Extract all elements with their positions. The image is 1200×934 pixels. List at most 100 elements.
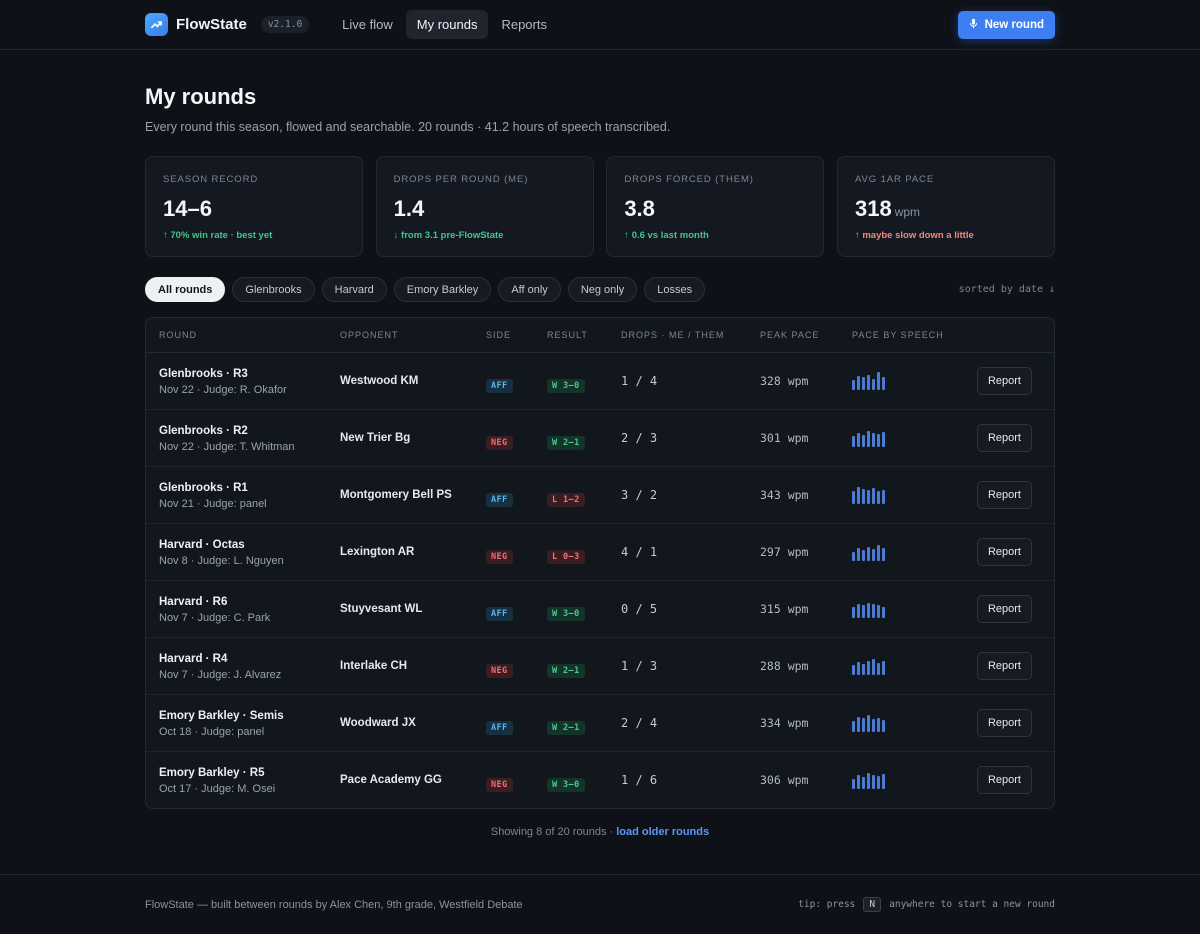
table-row[interactable]: Glenbrooks · R1 Nov 21 · Judge: panel Mont… [146, 467, 1054, 524]
drops: 1 / 4 [621, 374, 658, 388]
spark-bar [877, 545, 880, 561]
round-cell: Glenbrooks · R1 Nov 21 · Judge: panel [159, 482, 267, 510]
result-cell: L 1–2 [547, 489, 585, 507]
result-badge: L 0–3 [547, 550, 585, 564]
round-name: Harvard · R6 [159, 596, 228, 608]
main-nav: Live flow My rounds Reports [331, 10, 560, 39]
spark-bar [877, 372, 880, 390]
column-header-drops: DROPS · ME / THEM [621, 330, 725, 340]
result-cell: W 3–0 [547, 774, 585, 792]
table-row[interactable]: Emory Barkley · Semis Oct 18 · Judge: pan… [146, 695, 1054, 752]
filter-glenbrooks[interactable]: Glenbrooks [232, 277, 315, 302]
load-older-link[interactable]: load older rounds [616, 826, 709, 838]
brand[interactable]: FlowState v2.1.0 [145, 13, 310, 36]
spark-bar [872, 379, 875, 390]
filter-neg-only[interactable]: Neg only [567, 277, 638, 302]
table-row[interactable]: Emory Barkley · R5 Oct 17 · Judge: M. Ose… [146, 752, 1054, 808]
table-row[interactable]: Harvard · R6 Nov 7 · Judge: C. Park Stuyve… [146, 581, 1054, 638]
side-badge: AFF [486, 607, 513, 621]
spark-bar [857, 662, 860, 675]
spark-bar [857, 433, 860, 447]
table-header: ROUND OPPONENT SIDE RESULT DROPS · ME / … [146, 318, 1054, 353]
round-cell: Emory Barkley · R5 Oct 17 · Judge: M. Ose… [159, 767, 275, 795]
pace-sparkline [852, 771, 887, 789]
drops: 0 / 5 [621, 602, 658, 616]
report-button[interactable]: Report [976, 709, 1032, 737]
microphone-icon [969, 18, 978, 32]
filter-emory-barkley[interactable]: Emory Barkley [393, 277, 492, 302]
drops: 1 / 3 [621, 659, 658, 673]
peak-pace: 306 wpm [760, 773, 809, 787]
stat-value-number: 3.8 [624, 196, 655, 221]
stat-value-number: 318 [854, 196, 892, 221]
result-cell: W 2–1 [547, 717, 585, 735]
spark-bar [872, 775, 875, 789]
sort-control[interactable]: sorted by date ↓ [959, 284, 1055, 295]
spark-bar [857, 775, 860, 789]
side-cell: NEG [486, 774, 513, 792]
drops: 4 / 1 [621, 545, 658, 559]
table-row[interactable]: Glenbrooks · R3 Nov 22 · Judge: R. Okafor… [146, 353, 1054, 410]
spark-bar [867, 715, 870, 732]
table-row[interactable]: Glenbrooks · R2 Nov 22 · Judge: T. Whitma… [146, 410, 1054, 467]
spark-bar [867, 490, 870, 504]
peak-pace: 343 wpm [760, 488, 809, 502]
table-row[interactable]: Harvard · R4 Nov 7 · Judge: J. Alvarez Int… [146, 638, 1054, 695]
result-badge: W 2–1 [547, 436, 585, 450]
report-button[interactable]: Report [976, 652, 1032, 680]
new-round-button[interactable]: New round [957, 11, 1055, 39]
nav-my-rounds[interactable]: My rounds [405, 10, 489, 39]
round-name: Glenbrooks · R3 [159, 368, 248, 380]
spark-bar [852, 436, 855, 447]
spark-bar [862, 605, 865, 618]
spark-bar [857, 717, 860, 732]
round-meta: Nov 7 · Judge: J. Alvarez [159, 669, 282, 681]
table-row[interactable]: Harvard · Octas Nov 8 · Judge: L. Nguyen L… [146, 524, 1054, 581]
report-button[interactable]: Report [976, 766, 1032, 794]
result-cell: W 3–0 [547, 603, 585, 621]
round-cell: Harvard · R6 Nov 7 · Judge: C. Park [159, 596, 270, 624]
rounds-table: ROUND OPPONENT SIDE RESULT DROPS · ME / … [145, 317, 1055, 809]
report-button[interactable]: Report [976, 424, 1032, 452]
round-cell: Emory Barkley · Semis Oct 18 · Judge: pan… [159, 710, 284, 738]
spark-bar [872, 719, 875, 732]
report-button[interactable]: Report [976, 481, 1032, 509]
spark-bar [852, 665, 855, 675]
filter-losses[interactable]: Losses [644, 277, 706, 302]
spark-bar [867, 431, 870, 447]
version-badge: v2.1.0 [260, 16, 310, 33]
report-button[interactable]: Report [976, 595, 1032, 623]
tip-suffix: anywhere to start a new round [889, 899, 1055, 910]
report-button[interactable]: Report [976, 367, 1032, 395]
spark-bar [862, 664, 865, 675]
spark-bar [867, 547, 870, 561]
spark-bar [882, 377, 885, 390]
spark-bar [867, 603, 870, 618]
side-cell: AFF [486, 375, 513, 393]
column-header-round: ROUND [159, 330, 197, 340]
stat-card-drops-forced: DROPS FORCED (THEM) 3.8 ↑ 0.6 vs last mo… [606, 156, 825, 257]
trend-up-icon [145, 13, 168, 36]
pace-sparkline [852, 372, 887, 390]
stat-value: 1.4 [394, 196, 576, 222]
nav-live-flow[interactable]: Live flow [331, 10, 404, 39]
filter-all-rounds[interactable]: All rounds [145, 277, 226, 302]
shortcut-key: N [863, 897, 882, 912]
brand-name: FlowState [176, 16, 247, 33]
pace-sparkline [852, 486, 887, 504]
spark-bar [852, 491, 855, 504]
stat-label: DROPS FORCED (THEM) [624, 174, 754, 185]
opponent: Woodward JX [340, 717, 416, 729]
column-header-side: SIDE [486, 330, 512, 340]
spark-bar [852, 607, 855, 618]
spark-bar [877, 718, 880, 732]
report-button[interactable]: Report [976, 538, 1032, 566]
nav-reports[interactable]: Reports [490, 10, 558, 39]
side-badge: AFF [486, 721, 513, 735]
tip-prefix: tip: press [798, 899, 856, 910]
round-meta: Nov 22 · Judge: T. Whitman [159, 441, 295, 453]
result-badge: L 1–2 [547, 493, 585, 507]
filter-harvard[interactable]: Harvard [321, 277, 387, 302]
filter-aff-only[interactable]: Aff only [498, 277, 561, 302]
filter-chips: All rounds Glenbrooks Harvard Emory Bark… [145, 277, 712, 302]
